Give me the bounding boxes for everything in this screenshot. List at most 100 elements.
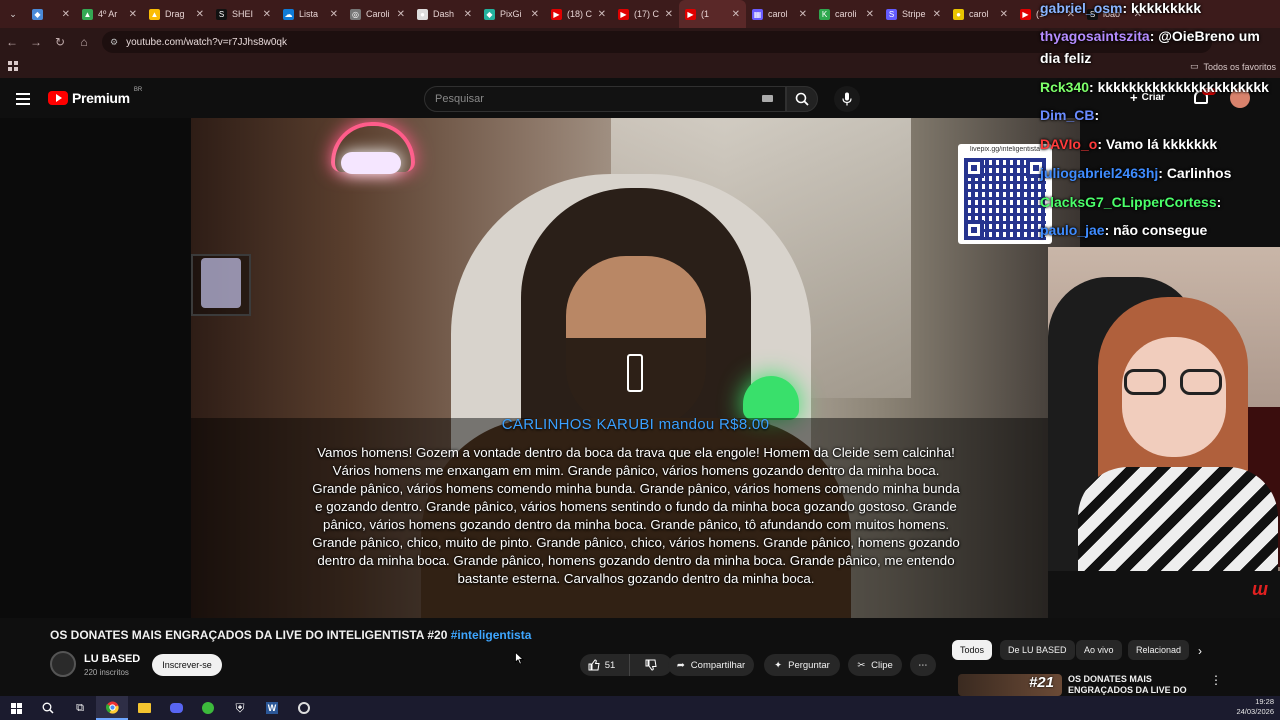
tab-favicon-icon: ▲ — [82, 8, 93, 20]
chrome-taskbar-button[interactable] — [96, 696, 128, 720]
search-button[interactable] — [786, 86, 818, 112]
tab-close-icon[interactable]: ✕ — [196, 9, 204, 20]
video-player[interactable]: CARLINHOS KARUBI mandou R$8.00 Vamos hom… — [191, 118, 1080, 618]
tab-close-icon[interactable]: ✕ — [732, 9, 740, 20]
tab-close-icon[interactable]: ✕ — [866, 9, 874, 20]
tab-title: PixGi — [500, 9, 522, 19]
browser-tab[interactable]: S Stripe ✕ — [880, 0, 947, 28]
tab-title: (1 — [701, 9, 710, 19]
taskbar-search-button[interactable] — [32, 696, 64, 720]
tab-title: Lista — [299, 9, 319, 19]
channel-avatar[interactable] — [50, 651, 76, 677]
chat-message: paulo_jae: não consegue — [1040, 222, 1207, 238]
browser-tab[interactable]: ▶ (17) C ✕ — [612, 0, 679, 28]
tab-title: (17) C — [634, 9, 660, 19]
tab-close-icon[interactable]: ✕ — [62, 9, 70, 20]
word-button[interactable]: W — [256, 696, 288, 720]
tab-close-icon[interactable]: ✕ — [1000, 9, 1008, 20]
browser-tab[interactable]: ☁ Lista ✕ — [277, 0, 344, 28]
browser-tab[interactable]: ◆ PixGi ✕ — [478, 0, 545, 28]
tab-favicon-icon: ◎ — [350, 8, 361, 20]
clip-button[interactable]: ✂ Clipe — [848, 654, 902, 676]
tab-close-icon[interactable]: ✕ — [330, 9, 338, 20]
forward-button[interactable]: → — [24, 30, 48, 54]
chat-message: thyagosaintszita: @OieBreno um — [1040, 28, 1260, 44]
app-icon — [298, 702, 310, 714]
filter-chip[interactable]: Todos — [952, 640, 993, 660]
reload-button[interactable]: ↻ — [48, 30, 72, 54]
chat-message: juliogabriel2463hj: Carlinhos — [1040, 165, 1231, 181]
chat-username: Rck340 — [1040, 79, 1090, 95]
recommended-title[interactable]: OS DONATES MAIS ENGRAÇADOS DA LIVE DO — [1068, 674, 1198, 696]
system-clock[interactable]: 19:28 24/03/2026 — [1236, 697, 1274, 717]
ask-button[interactable]: ✦ Perguntar — [764, 654, 840, 676]
apps-grid-icon[interactable] — [8, 61, 18, 71]
video-title: OS DONATES MAIS ENGRAÇADOS DA LIVE DO IN… — [50, 628, 531, 642]
dislike-button[interactable] — [628, 654, 672, 676]
browser-tab[interactable]: ◆ ✕ — [26, 0, 76, 28]
tab-close-icon[interactable]: ✕ — [464, 9, 472, 20]
tab-close-icon[interactable]: ✕ — [598, 9, 606, 20]
tab-close-icon[interactable]: ✕ — [397, 9, 405, 20]
home-button[interactable]: ⌂ — [72, 30, 96, 54]
chat-text: : Vamo lá kkkkkkk — [1097, 136, 1218, 152]
filter-chip[interactable]: Ao vivo — [1076, 640, 1122, 660]
xbox-button[interactable] — [192, 696, 224, 720]
file-explorer-button[interactable] — [128, 696, 160, 720]
security-button[interactable]: ⛨ — [224, 696, 256, 720]
back-button[interactable]: ← — [0, 30, 24, 54]
subscribe-button[interactable]: Inscrever-se — [152, 654, 222, 676]
chat-text: : Carlinhos — [1158, 165, 1232, 181]
browser-tab[interactable]: ◎ Caroli ✕ — [344, 0, 411, 28]
watch-metadata: OS DONATES MAIS ENGRAÇADOS DA LIVE DO IN… — [0, 618, 1280, 696]
browser-tab[interactable]: ● Dash ✕ — [411, 0, 478, 28]
browser-tab[interactable]: S SHEI ✕ — [210, 0, 277, 28]
browser-tab[interactable]: ▲ 4º Ar ✕ — [76, 0, 143, 28]
video-title-text: OS DONATES MAIS ENGRAÇADOS DA LIVE DO IN… — [50, 628, 448, 642]
app-button[interactable] — [288, 696, 320, 720]
recommended-more-icon[interactable]: ⋮ — [1210, 673, 1222, 687]
channel-name[interactable]: LU BASED — [84, 653, 140, 665]
browser-tab[interactable]: Kcaroli ✕ — [813, 0, 880, 28]
tab-close-icon[interactable]: ✕ — [531, 9, 539, 20]
more-actions-button[interactable]: ⋯ — [910, 654, 936, 676]
video-neon-cloud — [341, 152, 401, 174]
tab-close-icon[interactable]: ✕ — [129, 9, 137, 20]
filter-chip[interactable]: Relacionad — [1128, 640, 1190, 660]
hashtag-link[interactable]: #inteligentista — [451, 628, 532, 642]
task-view-button[interactable]: ⧉ — [64, 696, 96, 720]
discord-button[interactable] — [160, 696, 192, 720]
tab-search-button[interactable]: ⌄ — [0, 0, 26, 28]
browser-tab[interactable]: ▶ (1 ✕ — [679, 0, 746, 28]
like-button[interactable]: 51 — [580, 654, 623, 676]
site-info-icon[interactable]: ⚙ — [110, 37, 118, 48]
voice-search-button[interactable] — [834, 86, 860, 112]
menu-icon[interactable] — [16, 93, 30, 105]
tab-title: Drag — [165, 9, 185, 19]
recommended-thumbnail[interactable]: #21 — [958, 674, 1062, 696]
chat-message: Rck340: kkkkkkkkkkkkkkkkkkkkkk — [1040, 79, 1269, 95]
chat-message: gabriel_osm: kkkkkkkkk — [1040, 0, 1201, 16]
keyboard-icon[interactable] — [762, 95, 773, 102]
microphone-icon — [842, 92, 852, 106]
player-letterbox-right: ɯ — [1048, 571, 1280, 618]
share-button[interactable]: ➦ Compartilhar — [668, 654, 754, 676]
search-input[interactable]: Pesquisar — [424, 86, 786, 112]
chips-next-chevron-icon[interactable]: › — [1198, 644, 1202, 658]
tab-close-icon[interactable]: ✕ — [799, 9, 807, 20]
clip-label: Clipe — [871, 659, 893, 671]
word-icon: W — [266, 702, 278, 714]
tab-close-icon[interactable]: ✕ — [263, 9, 271, 20]
browser-tab[interactable]: ▲ Drag ✕ — [143, 0, 210, 28]
browser-tab[interactable]: ▶ (18) C ✕ — [545, 0, 612, 28]
browser-tab[interactable]: ▦ carol ✕ — [746, 0, 813, 28]
tab-close-icon[interactable]: ✕ — [665, 9, 673, 20]
tab-close-icon[interactable]: ✕ — [933, 9, 941, 20]
start-button[interactable] — [0, 696, 32, 720]
youtube-logo[interactable]: Premium BR — [48, 87, 142, 106]
filter-chip[interactable]: De LU BASED — [1000, 640, 1075, 660]
tab-favicon-icon: K — [819, 8, 830, 20]
mouse-cursor-icon — [515, 652, 524, 665]
browser-tab[interactable]: ● carol ✕ — [947, 0, 1014, 28]
chat-username: DAVIo_o — [1040, 136, 1098, 152]
